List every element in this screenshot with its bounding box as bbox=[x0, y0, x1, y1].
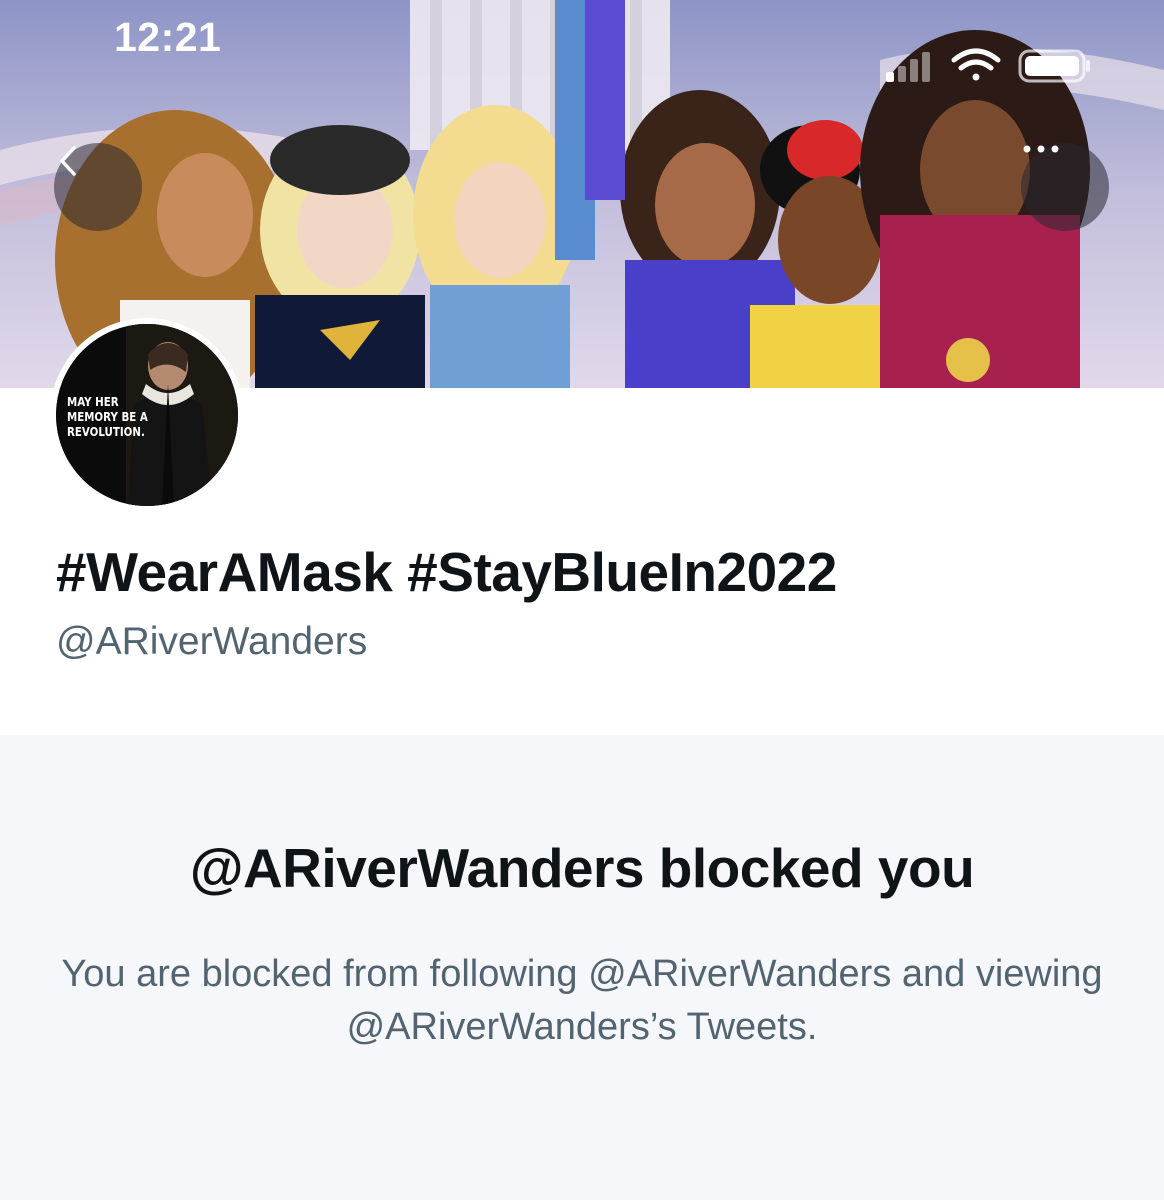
battery-icon bbox=[1018, 49, 1090, 83]
status-time: 12:21 bbox=[114, 14, 222, 60]
avatar-caption: MAY HER MEMORY BE A REVOLUTION. bbox=[67, 394, 148, 439]
chevron-left-icon bbox=[60, 146, 76, 176]
blocked-message: You are blocked from following @ARiverWa… bbox=[61, 953, 1103, 1048]
back-button[interactable] bbox=[54, 143, 142, 231]
profile-handle: @ARiverWanders bbox=[56, 620, 368, 663]
avatar-image: MAY HER MEMORY BE A REVOLUTION. bbox=[56, 324, 238, 506]
more-options-button[interactable] bbox=[1021, 143, 1109, 231]
wifi-icon bbox=[951, 48, 1001, 81]
status-icons bbox=[874, 46, 1094, 86]
blocked-title: @ARiverWanders blocked you bbox=[189, 837, 975, 899]
display-name: #WearAMask #StayBlueIn2022 bbox=[56, 541, 837, 603]
profile-screen: 12:21 MAY HER MEMORY BE A REVOLUTION. #W… bbox=[0, 0, 1164, 1200]
more-horizontal-icon bbox=[1023, 145, 1059, 153]
cellular-signal-icon bbox=[886, 52, 930, 82]
profile-avatar[interactable]: MAY HER MEMORY BE A REVOLUTION. bbox=[50, 318, 244, 512]
